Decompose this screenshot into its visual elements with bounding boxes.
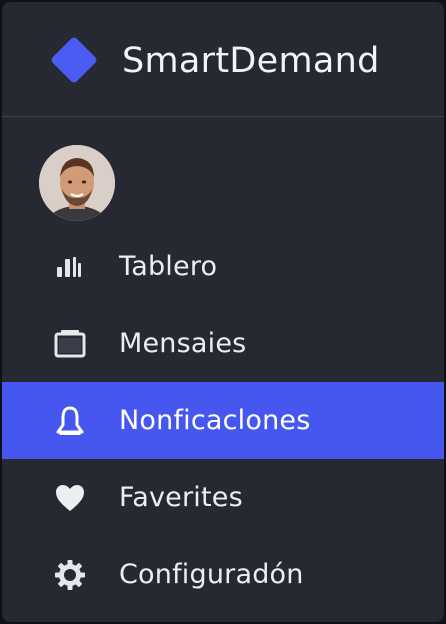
gear-icon [50,555,90,595]
nav-label: Tablero [119,251,218,282]
nav-item-notificaciones[interactable]: Nonficaclones [2,382,444,459]
nav-label: Faverites [119,482,243,513]
nav-item-tablero[interactable]: Tablero [2,228,444,305]
diamond-logo-icon[interactable] [46,32,102,88]
nav-menu: Tablero Mensaies Nonficaclones Faverites… [2,228,444,613]
nav-label: Mensaies [119,328,247,359]
nav-item-favoritos[interactable]: Faverites [2,459,444,536]
bell-icon [50,401,90,441]
nav-item-mensajes[interactable]: Mensaies [2,305,444,382]
app-name: SmartDemand [122,41,380,81]
user-avatar[interactable] [39,145,115,221]
nav-label: Configuradón [119,559,304,590]
nav-item-configuracion[interactable]: Configuradón [2,536,444,613]
bar-chart-icon [50,247,90,287]
brand-header: SmartDemand [2,2,444,116]
inbox-icon [50,324,90,364]
nav-label: Nonficaclones [119,405,311,436]
heart-icon [50,478,90,518]
sidebar: SmartDemand Tablero Mensaies Nonficaclon… [2,2,444,622]
divider [2,116,444,117]
